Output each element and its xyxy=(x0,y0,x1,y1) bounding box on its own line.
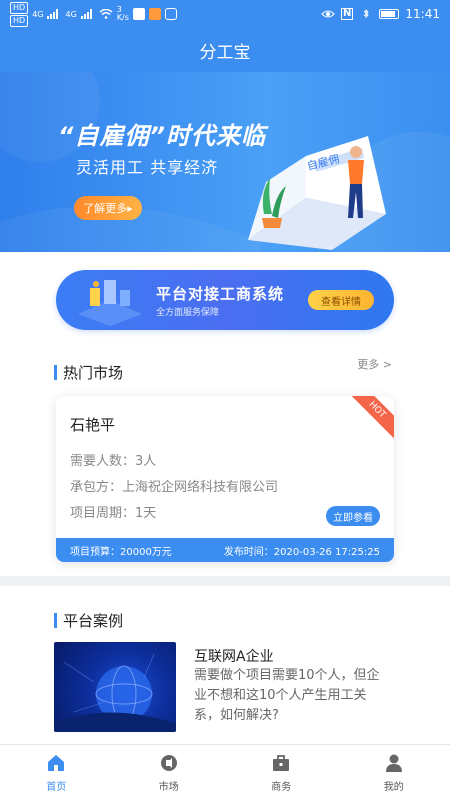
view-details-button[interactable]: 查看详情 xyxy=(308,290,374,310)
period-label: 项目周期： xyxy=(70,506,136,521)
more-link[interactable]: 更多 > xyxy=(357,356,392,372)
tab-home[interactable]: 首页 xyxy=(0,745,113,800)
tab-label: 首页 xyxy=(46,781,67,793)
user-icon xyxy=(385,754,402,772)
headcount-row: 需要人数：3人 xyxy=(70,450,156,469)
headcount-value: 3人 xyxy=(135,454,157,469)
budget-text: 项目预算：20000万元 xyxy=(70,546,172,558)
tab-business[interactable]: 商务 xyxy=(225,745,338,800)
bluetooth-icon xyxy=(364,9,370,19)
tab-label: 我的 xyxy=(383,781,404,793)
app-notification-icon xyxy=(132,8,145,20)
book-illustration: 自雇佣 xyxy=(248,136,386,250)
eye-icon xyxy=(321,10,335,18)
home-icon xyxy=(48,754,65,771)
market-card[interactable]: HOT 石艳平 需要人数：3人 承包方：上海祝企网络科技有限公司 项目周期：1天… xyxy=(56,396,394,562)
headcount-label: 需要人数： xyxy=(70,454,136,469)
hot-market-header: 热门市场 xyxy=(54,362,123,383)
contractor-row: 承包方：上海祝企网络科技有限公司 xyxy=(70,476,278,495)
case-title[interactable]: 互联网A企业 xyxy=(194,646,274,666)
hero-title: “自雇佣”时代来临 xyxy=(58,122,266,150)
promo-banner[interactable]: 平台对接工商系统 全方面服务保障 查看详情 xyxy=(56,270,394,330)
battery-icon xyxy=(379,9,400,19)
case-thumbnail[interactable] xyxy=(54,642,176,732)
case-description: 需要做个项目需要10个人，但企业不想和这10个人产生用工关系，如何解决? xyxy=(194,668,380,723)
app-title-bar: 分工宝 xyxy=(0,28,450,72)
learn-more-button[interactable]: 了解更多▸ xyxy=(74,196,142,220)
signal-label: 4G xyxy=(65,9,77,19)
period-row: 项目周期：1天 xyxy=(70,502,156,521)
wifi-icon xyxy=(99,9,113,19)
network-chip: HD xyxy=(10,14,29,27)
hero-subtitle: 灵活用工 共享经济 xyxy=(76,158,219,177)
globe-illustration xyxy=(54,653,176,732)
cases-section: 平台案例 互联网A企业 需要做个项目需要10个人，但企业不想和这10个人产生用工… xyxy=(0,586,450,744)
tab-mine[interactable]: 我的 xyxy=(338,745,450,800)
tab-market[interactable]: 市场 xyxy=(113,745,226,800)
section-accent-bar xyxy=(54,365,57,380)
project-name: 石艳平 xyxy=(70,416,116,434)
section-accent-bar xyxy=(54,613,57,628)
cases-header: 平台案例 xyxy=(54,610,123,631)
tab-label: 市场 xyxy=(158,781,179,793)
app-title: 分工宝 xyxy=(199,42,251,63)
content-sheet: 平台对接工商系统 全方面服务保障 查看详情 热门市场 更多 > HOT 石艳平 … xyxy=(0,252,450,576)
hero-banner[interactable]: “自雇佣”时代来临 灵活用工 共享经济 了解更多▸ 自雇佣 xyxy=(0,72,450,252)
signal-icon xyxy=(80,9,92,19)
section-title: 热门市场 xyxy=(63,364,124,382)
contractor-value: 上海祝企网络科技有限公司 xyxy=(122,480,279,495)
contractor-label: 承包方： xyxy=(70,480,123,495)
view-project-button[interactable]: 立即参看 xyxy=(326,506,380,526)
nfc-icon: N xyxy=(341,8,354,20)
promo-title: 平台对接工商系统 xyxy=(156,285,285,303)
app-notification-icon xyxy=(164,8,177,20)
section-divider xyxy=(0,576,450,586)
platform-illustration xyxy=(78,280,142,326)
status-bar: HD HD 4G 4G 3 K/s N 11:41 xyxy=(0,0,450,28)
section-title: 平台案例 xyxy=(63,612,124,630)
promo-subtitle: 全方面服务保障 xyxy=(156,308,220,318)
card-footer: 项目预算：20000万元 发布时间：2020-03-26 17:25:25 xyxy=(56,538,394,562)
tab-label: 商务 xyxy=(271,781,292,793)
briefcase-icon xyxy=(273,754,290,771)
market-icon xyxy=(160,754,177,771)
signal-icon xyxy=(47,9,59,19)
network-chip: HD xyxy=(10,1,29,14)
hot-badge: HOT xyxy=(346,396,394,441)
app-notification-icon xyxy=(148,8,161,20)
publish-time: 发布时间：2020-03-26 17:25:25 xyxy=(223,546,380,558)
network-speed: 3 K/s xyxy=(116,5,129,22)
signal-label: 4G xyxy=(32,9,44,19)
period-value: 1天 xyxy=(135,506,157,521)
bottom-tab-bar: 首页 市场 商务 我的 xyxy=(0,744,450,800)
clock: 11:41 xyxy=(405,7,440,21)
